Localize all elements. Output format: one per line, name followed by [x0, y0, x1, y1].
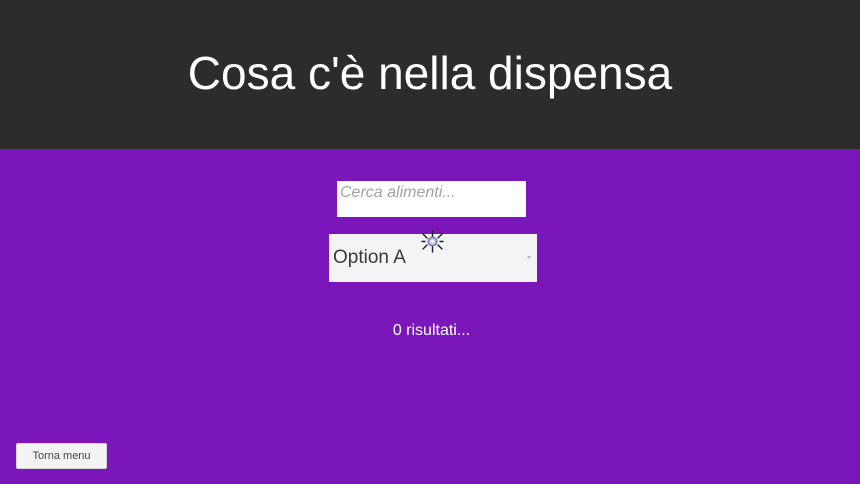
select-value: Option A: [333, 247, 406, 268]
search-input[interactable]: [337, 181, 526, 203]
search-box[interactable]: [337, 181, 526, 217]
back-to-menu-button[interactable]: Torna menu: [16, 443, 107, 469]
loading-spinner-icon: [421, 230, 444, 253]
app-root: Cosa c'è nella dispensa Option A 0 risul…: [0, 0, 860, 484]
chevron-down-icon: [527, 256, 531, 259]
page-title: Cosa c'è nella dispensa: [187, 46, 673, 99]
header-bar: Cosa c'è nella dispensa: [0, 0, 860, 149]
results-count: 0 risultati...: [392, 322, 471, 339]
